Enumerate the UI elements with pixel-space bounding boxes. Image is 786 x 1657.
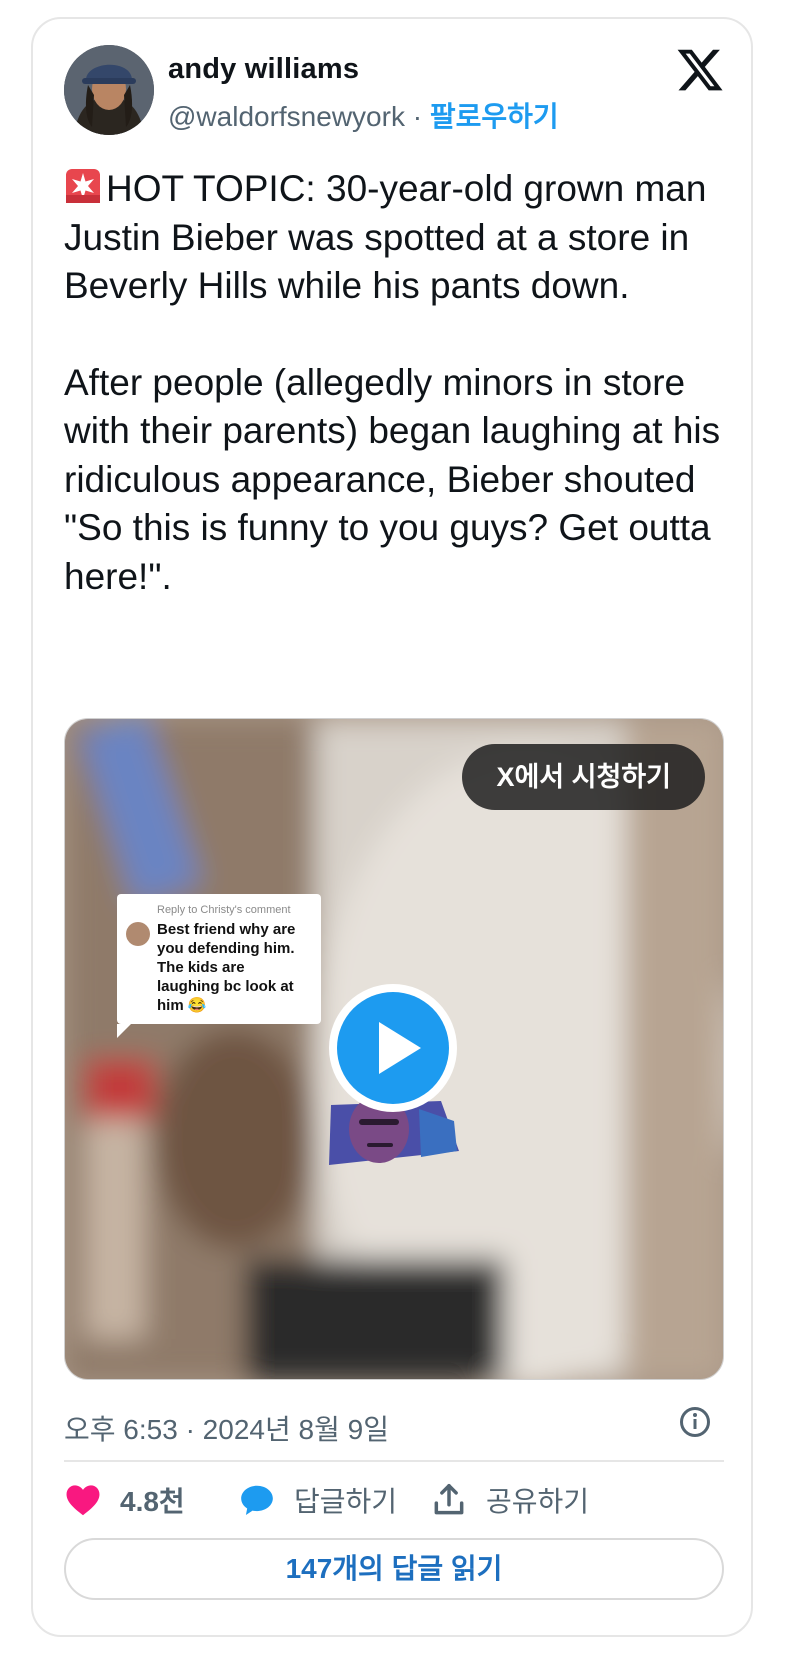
- heart-icon: [64, 1481, 102, 1519]
- share-label: 공유하기: [486, 1486, 590, 1517]
- author-name[interactable]: andy williams: [168, 53, 359, 86]
- reply-label: 답글하기: [294, 1486, 398, 1517]
- read-replies-button[interactable]: 147개의 답글 읽기: [64, 1538, 724, 1600]
- share-icon: [430, 1481, 468, 1519]
- x-logo-icon[interactable]: [675, 45, 725, 95]
- video-thumbnail[interactable]: X에서 시청하기 Reply to Christy's comment Best…: [64, 718, 724, 1380]
- comment-avatar: [126, 922, 150, 946]
- tweet-timestamp[interactable]: 오후 6:53 · 2024년 8월 9일: [64, 1408, 389, 1448]
- follow-button[interactable]: 팔로우하기: [430, 101, 559, 132]
- comment-body: Best friend why are you defending him. T…: [157, 921, 296, 1014]
- tweet-paragraph-1-text: HOT TOPIC: 30-year-old grown man Justin …: [64, 168, 707, 306]
- author-handle-row: @waldorfsnewyork · 팔로우하기: [168, 95, 559, 135]
- info-icon[interactable]: [679, 1406, 711, 1438]
- siren-icon: [64, 167, 102, 205]
- tweet-paragraph-1: HOT TOPIC: 30-year-old grown man Justin …: [64, 165, 724, 311]
- speech-bubble-icon: [238, 1481, 276, 1519]
- tweet-paragraph-2: After people (allegedly minors in store …: [64, 361, 721, 597]
- share-button[interactable]: 공유하기: [430, 1476, 589, 1524]
- play-button[interactable]: [329, 984, 457, 1112]
- watch-on-x-button[interactable]: X에서 시청하기: [462, 744, 705, 810]
- like-count: 4.8천: [120, 1486, 185, 1517]
- avatar[interactable]: [64, 45, 154, 135]
- reply-button[interactable]: 답글하기: [238, 1476, 397, 1524]
- comment-header: Reply to Christy's comment: [157, 904, 291, 916]
- handle-separator: ·: [404, 101, 430, 132]
- reply-comment-sticker: Reply to Christy's comment Best friend w…: [117, 894, 321, 1038]
- play-icon: [337, 992, 449, 1104]
- author-handle[interactable]: @waldorfsnewyork: [168, 101, 405, 132]
- like-button[interactable]: 4.8천: [64, 1476, 185, 1524]
- tweet-text: HOT TOPIC: 30-year-old grown man Justin …: [64, 165, 724, 649]
- divider: [64, 1460, 724, 1462]
